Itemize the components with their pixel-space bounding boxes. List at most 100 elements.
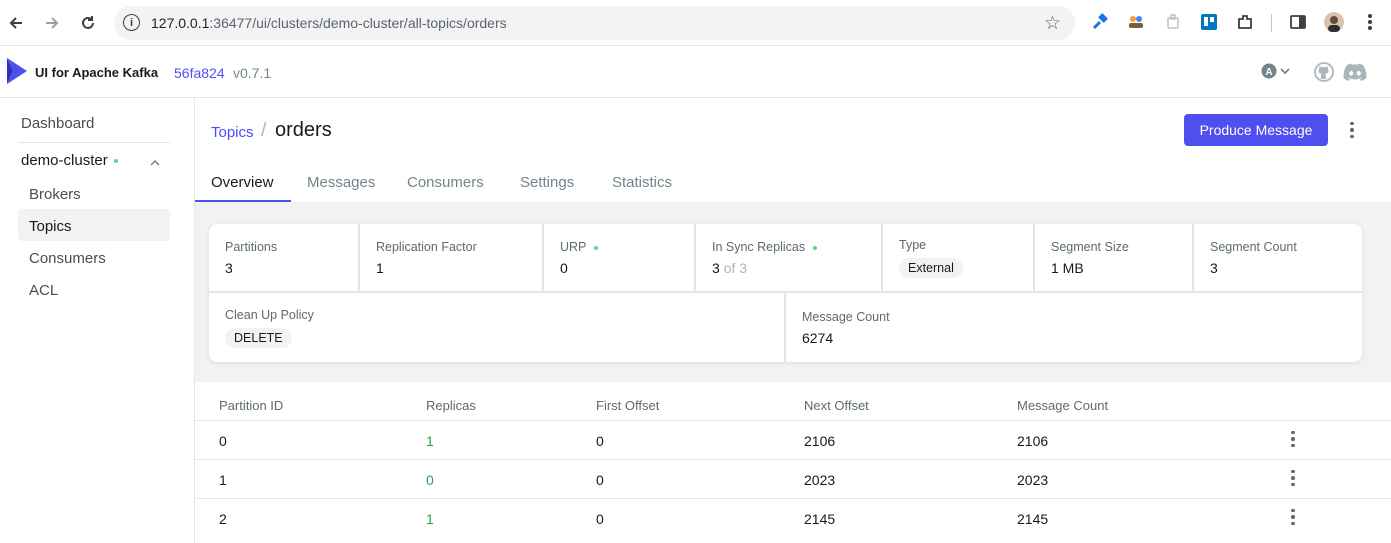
status-dot bbox=[813, 245, 818, 250]
app-header: UI for Apache Kafka 56fa824 v0.7.1 A bbox=[0, 46, 1391, 98]
main-content: Topics / orders Produce Message Overview… bbox=[195, 98, 1391, 543]
kafka-logo-icon[interactable] bbox=[4, 56, 30, 91]
cell-message-count: 2106 bbox=[1017, 433, 1049, 449]
sidebar-item-dashboard[interactable]: Dashboard bbox=[21, 115, 94, 132]
toolbar-divider bbox=[1271, 14, 1272, 32]
sidebar-item-brokers[interactable]: Brokers bbox=[29, 186, 81, 203]
extension-people-icon[interactable] bbox=[1126, 12, 1146, 32]
cell-first-offset: 0 bbox=[596, 433, 604, 449]
extension-puzzle-gray-icon[interactable] bbox=[1163, 12, 1183, 32]
cell-partition-id: 2 bbox=[219, 511, 227, 527]
cell-partition-id: 0 bbox=[219, 433, 227, 449]
cell-next-offset: 2106 bbox=[804, 433, 836, 449]
cleanup-policy-badge: DELETE bbox=[225, 328, 292, 348]
extension-trello-icon[interactable] bbox=[1199, 12, 1219, 32]
sidebar-divider bbox=[18, 142, 170, 143]
stat-segment-size: Segment Size 1 MB bbox=[1035, 224, 1194, 293]
url-text: 127.0.0.1:36477/ui/clusters/demo-cluster… bbox=[151, 15, 507, 31]
cluster-name: demo-cluster bbox=[21, 152, 108, 169]
column-header-partition-id[interactable]: Partition ID bbox=[219, 398, 283, 413]
cell-next-offset: 2145 bbox=[804, 511, 836, 527]
stat-urp: URP 0 bbox=[544, 224, 696, 293]
stat-value: 1 bbox=[376, 260, 384, 276]
stat-type: Type External bbox=[883, 224, 1035, 293]
app-title[interactable]: UI for Apache Kafka bbox=[35, 65, 158, 80]
stat-value: 0 bbox=[560, 260, 568, 276]
stat-label: URP bbox=[560, 240, 599, 254]
tab-statistics[interactable]: Statistics bbox=[612, 174, 672, 191]
stat-label: Type bbox=[899, 238, 927, 252]
reload-icon[interactable] bbox=[77, 12, 99, 34]
extensions-puzzle-icon[interactable] bbox=[1235, 12, 1255, 32]
breadcrumb-separator: / bbox=[261, 120, 267, 141]
sidebar: Dashboard demo-cluster Brokers Topics Co… bbox=[0, 98, 195, 543]
topic-tabs: Overview Messages Consumers Settings Sta… bbox=[195, 162, 1391, 202]
breadcrumb-topics-link[interactable]: Topics bbox=[211, 124, 254, 141]
column-header-replicas[interactable]: Replicas bbox=[426, 398, 476, 413]
column-header-next-offset[interactable]: Next Offset bbox=[804, 398, 869, 413]
column-header-first-offset[interactable]: First Offset bbox=[596, 398, 659, 413]
tab-settings[interactable]: Settings bbox=[520, 174, 574, 191]
stat-replication-factor: Replication Factor 1 bbox=[360, 224, 544, 293]
stat-label: Clean Up Policy bbox=[225, 308, 314, 322]
back-icon[interactable] bbox=[5, 12, 27, 34]
forward-icon[interactable] bbox=[41, 12, 63, 34]
cell-first-offset: 0 bbox=[596, 472, 604, 488]
stat-label: Message Count bbox=[802, 310, 890, 324]
browser-menu-icon[interactable] bbox=[1360, 12, 1380, 32]
stat-value: 3 bbox=[225, 260, 233, 276]
stats-card: Partitions 3 Replication Factor 1 URP 0 … bbox=[209, 224, 1362, 362]
site-info-icon[interactable]: i bbox=[123, 14, 140, 31]
stat-cleanup-policy: Clean Up Policy DELETE bbox=[209, 293, 786, 362]
version-hash-link[interactable]: 56fa824 bbox=[174, 65, 225, 81]
tab-consumers[interactable]: Consumers bbox=[407, 174, 484, 191]
cell-first-offset: 0 bbox=[596, 511, 604, 527]
browser-toolbar: i 127.0.0.1:36477/ui/clusters/demo-clust… bbox=[0, 0, 1391, 46]
stat-label: Segment Size bbox=[1051, 240, 1129, 254]
stat-label: In Sync Replicas bbox=[712, 240, 818, 254]
cell-message-count: 2023 bbox=[1017, 472, 1049, 488]
stat-in-sync-replicas: In Sync Replicas 3 of 3 bbox=[696, 224, 883, 293]
sidebar-item-topics[interactable]: Topics bbox=[29, 218, 72, 235]
cell-replicas[interactable]: 1 bbox=[426, 433, 434, 449]
stat-value: 3 bbox=[1210, 260, 1218, 276]
sidebar-cluster[interactable]: demo-cluster bbox=[21, 152, 118, 169]
stat-message-count: Message Count 6274 bbox=[786, 293, 1362, 362]
chevron-up-icon[interactable] bbox=[149, 155, 161, 173]
row-more-icon[interactable] bbox=[1285, 429, 1301, 449]
stat-value: 3 of 3 bbox=[712, 260, 748, 276]
version-label: v0.7.1 bbox=[233, 65, 272, 81]
sidebar-item-consumers[interactable]: Consumers bbox=[29, 250, 106, 267]
cell-replicas[interactable]: 0 bbox=[426, 472, 434, 488]
cell-replicas[interactable]: 1 bbox=[426, 511, 434, 527]
type-badge: External bbox=[899, 258, 963, 278]
bookmark-star-icon[interactable]: ☆ bbox=[1044, 12, 1061, 35]
row-more-icon[interactable] bbox=[1285, 468, 1301, 488]
discord-icon[interactable] bbox=[1343, 63, 1367, 86]
table-row: 2 1 0 2145 2145 bbox=[195, 498, 1391, 537]
tab-messages[interactable]: Messages bbox=[307, 174, 375, 191]
overview-stats-area: Partitions 3 Replication Factor 1 URP 0 … bbox=[195, 202, 1391, 382]
stat-label: Segment Count bbox=[1210, 240, 1297, 254]
extension-hammer-icon[interactable] bbox=[1090, 12, 1110, 32]
column-header-message-count[interactable]: Message Count bbox=[1017, 398, 1108, 413]
stat-segment-count: Segment Count 3 bbox=[1194, 224, 1362, 293]
sidebar-item-acl[interactable]: ACL bbox=[29, 282, 58, 299]
profile-avatar[interactable] bbox=[1324, 12, 1344, 32]
produce-message-button[interactable]: Produce Message bbox=[1184, 114, 1328, 146]
stat-label: Replication Factor bbox=[376, 240, 477, 254]
row-more-icon[interactable] bbox=[1285, 507, 1301, 527]
address-bar[interactable]: i 127.0.0.1:36477/ui/clusters/demo-clust… bbox=[114, 6, 1075, 40]
table-row: 0 1 0 2106 2106 bbox=[195, 420, 1391, 459]
stat-label: Partitions bbox=[225, 240, 278, 254]
cell-next-offset: 2023 bbox=[804, 472, 836, 488]
cell-message-count: 2145 bbox=[1017, 511, 1049, 527]
topic-more-icon[interactable] bbox=[1344, 120, 1360, 140]
page-title: orders bbox=[275, 119, 332, 141]
github-icon[interactable] bbox=[1314, 62, 1334, 87]
stat-partitions: Partitions 3 bbox=[209, 224, 360, 293]
tab-overview[interactable]: Overview bbox=[211, 174, 274, 191]
account-menu[interactable]: A bbox=[1261, 63, 1295, 84]
side-panel-icon[interactable] bbox=[1288, 12, 1308, 32]
stat-value: 6274 bbox=[802, 330, 834, 346]
